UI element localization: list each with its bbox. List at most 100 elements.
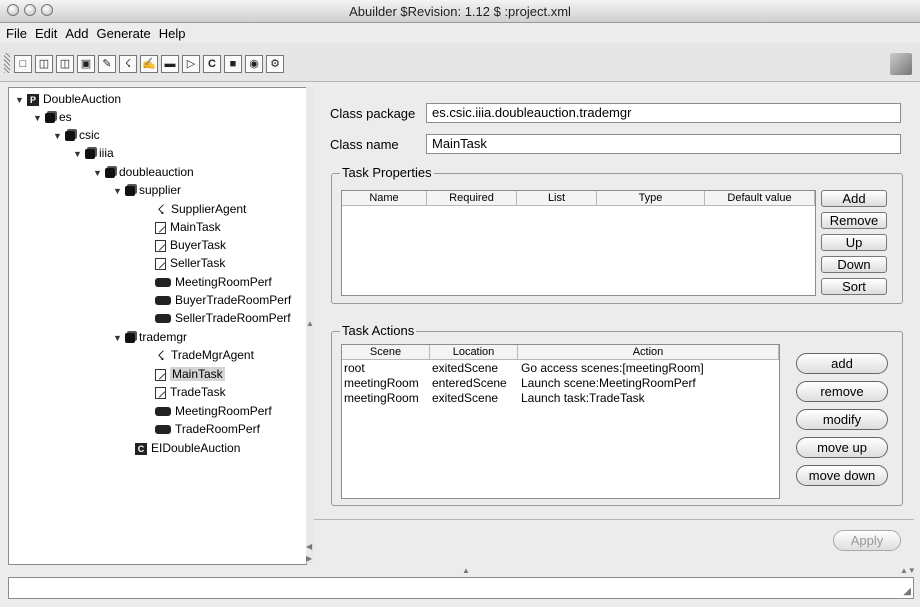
package-icon [85,148,95,159]
remove-action-button[interactable]: remove [796,381,888,402]
tree-node-doubleauction[interactable]: ▼ P DoubleAuction [15,90,121,108]
collapse-up-arrow-icon[interactable]: ▲ [306,319,314,328]
table-row-2-location[interactable]: enteredScene [432,376,507,391]
add-action-button[interactable]: add [796,353,888,374]
project-tree[interactable]: ▼ P DoubleAuction ▼ es ▼ csic ▼ iiia ▼ doublea… [8,87,307,565]
tree-node-iiia[interactable]: ▼ iiia [73,144,114,162]
column-header-name[interactable]: Name [342,191,427,206]
tree-node-supplieragent[interactable]: ☇ SupplierAgent [155,200,246,218]
task-actions-title: Task Actions [340,323,417,338]
task-icon [155,386,166,399]
resize-grip-icon[interactable]: ◢ [903,586,911,597]
performative-icon [155,314,171,324]
tree-node-supplier[interactable]: ▼ supplier [113,181,181,199]
tree-node-eidoubleauction[interactable]: C EIDoubleAuction [135,439,240,457]
toolbar-grip[interactable] [4,53,10,73]
play-icon[interactable]: ▷ [182,55,200,73]
expanded-triangle-icon[interactable]: ▼ [53,127,65,145]
remove-property-button[interactable]: Remove [821,212,887,229]
table-row-3-location[interactable]: exitedScene [432,391,498,406]
new-file-icon[interactable]: □ [14,55,32,73]
up-property-button[interactable]: Up [821,234,887,251]
package-icon[interactable]: ■ [224,55,242,73]
tree-node-traderoomperf[interactable]: TradeRoomPerf [155,420,260,438]
tree-node-trademgr[interactable]: ▼ trademgr [113,328,187,346]
column-header-type[interactable]: Type [597,191,705,206]
table-row-3-scene[interactable]: meetingRoom [344,391,419,406]
expanded-triangle-icon[interactable]: ▼ [33,109,45,127]
menu-file[interactable]: File [2,23,31,41]
sort-property-button[interactable]: Sort [821,278,887,295]
open-folder-icon[interactable]: ◫ [35,55,53,73]
task-icon[interactable]: ✍ [140,55,158,73]
task-properties-table[interactable]: Name Required List Type Default value [341,190,816,296]
move-down-action-button[interactable]: move down [796,465,888,486]
task-icon [155,257,166,270]
column-header-location[interactable]: Location [430,345,518,360]
column-header-action[interactable]: Action [518,345,779,360]
apply-button[interactable]: Apply [833,530,901,551]
agent-icon[interactable]: ☇ [119,55,137,73]
expanded-triangle-icon[interactable]: ▼ [73,145,85,163]
edit-icon[interactable]: ✎ [98,55,116,73]
task-icon [155,239,166,252]
tree-node-sellertraderoomperf[interactable]: SellerTradeRoomPerf [155,309,291,327]
expanded-triangle-icon[interactable]: ▼ [15,91,27,109]
expand-up-arrow-icon[interactable]: ▲ [462,566,470,575]
resize-arrows-icon[interactable]: ▲▼ [900,566,916,575]
column-header-default-value[interactable]: Default value [705,191,815,206]
down-property-button[interactable]: Down [821,256,887,273]
collapse-right-arrow-icon[interactable]: ▶ [306,554,312,563]
tree-node-meetingroomperf[interactable]: MeetingRoomPerf [155,273,272,291]
task-properties-title: Task Properties [340,165,434,180]
tree-node-buyertask[interactable]: BuyerTask [155,236,226,254]
expanded-triangle-icon[interactable]: ▼ [113,182,125,200]
table-row-2-scene[interactable]: meetingRoom [344,376,419,391]
column-header-required[interactable]: Required [427,191,517,206]
tree-node-csic[interactable]: ▼ csic [53,126,100,144]
move-up-action-button[interactable]: move up [796,437,888,458]
tree-node-maintask-supplier[interactable]: MainTask [155,218,221,236]
menu-generate[interactable]: Generate [93,23,155,41]
task-actions-table[interactable]: Scene Location Action root exitedScene G… [341,344,780,499]
save-icon[interactable]: ▣ [77,55,95,73]
agent-icon: ☇ [157,347,165,363]
tree-node-doubleauction-package[interactable]: ▼ doubleauction [93,163,194,181]
column-header-list[interactable]: List [517,191,597,206]
tree-node-meetingroomperf-2[interactable]: MeetingRoomPerf [155,402,272,420]
task-icon [155,368,166,381]
table-row-2-action[interactable]: Launch scene:MeetingRoomPerf [521,376,696,391]
performative-icon[interactable]: ▬ [161,55,179,73]
package-icon [125,185,135,196]
class-icon[interactable]: C [203,55,221,73]
expanded-triangle-icon[interactable]: ▼ [93,164,105,182]
split-divider[interactable]: ▲ ◀ ▶ [306,87,314,563]
table-row-3-action[interactable]: Launch task:TradeTask [521,391,645,406]
menu-help[interactable]: Help [155,23,190,41]
project-icon: P [27,93,39,106]
modify-action-button[interactable]: modify [796,409,888,430]
performative-icon [155,425,171,435]
tree-node-tradetask[interactable]: TradeTask [155,383,226,401]
tree-node-sellertask[interactable]: SellerTask [155,254,225,272]
menu-edit[interactable]: Edit [31,23,61,41]
task-icon [155,221,166,234]
tree-node-trademgragent[interactable]: ☇ TradeMgrAgent [155,346,254,364]
open-folder-alt-icon[interactable]: ◫ [56,55,74,73]
class-name-field[interactable]: MainTask [426,134,901,154]
window-title-bar: Abuilder $Revision: 1.12 $ :project.xml [0,0,920,23]
table-row-1-scene[interactable]: root [344,361,365,376]
table-row-1-location[interactable]: exitedScene [432,361,498,376]
expanded-triangle-icon[interactable]: ▼ [113,329,125,347]
database-icon[interactable]: ◉ [245,55,263,73]
tree-node-maintask-trademgr[interactable]: MainTask [155,365,225,383]
column-header-scene[interactable]: Scene [342,345,430,360]
tree-node-es[interactable]: ▼ es [33,108,72,126]
class-package-field[interactable]: es.csic.iiia.doubleauction.trademgr [426,103,901,123]
add-property-button[interactable]: Add [821,190,887,207]
collapse-left-arrow-icon[interactable]: ◀ [306,542,312,551]
table-row-1-action[interactable]: Go access scenes:[meetingRoom] [521,361,704,376]
tree-node-buyertraderoomperf[interactable]: BuyerTradeRoomPerf [155,291,291,309]
gear-icon[interactable]: ⚙ [266,55,284,73]
menu-add[interactable]: Add [61,23,92,41]
